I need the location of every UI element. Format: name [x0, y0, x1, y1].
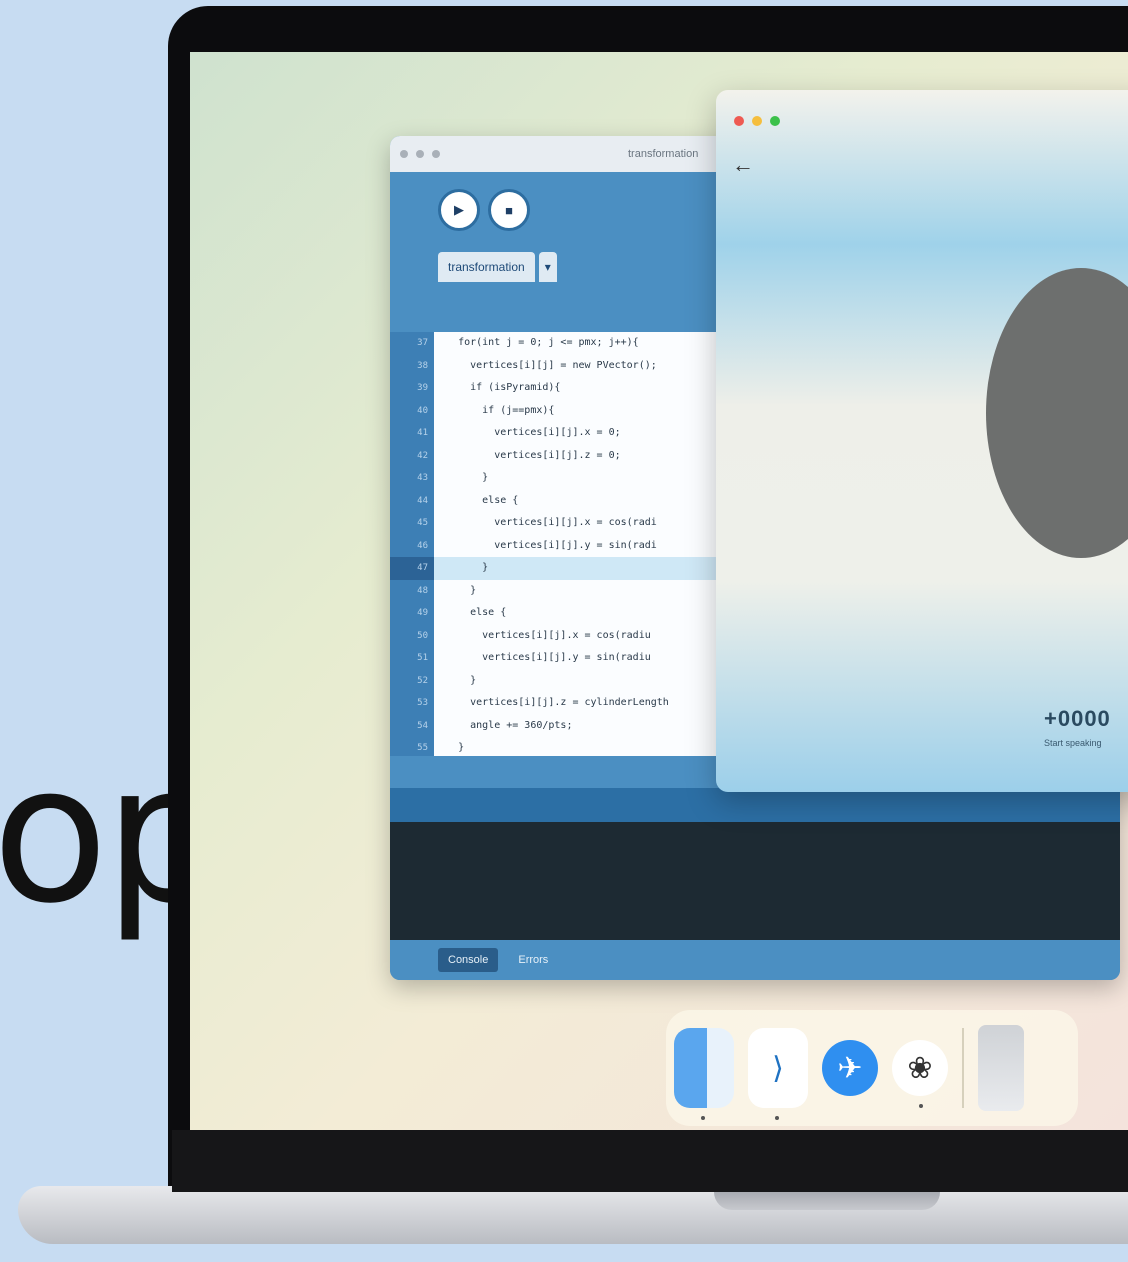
line-number: 40 — [417, 405, 428, 416]
stop-button[interactable]: ■ — [488, 189, 530, 231]
line-number: 39 — [417, 383, 428, 393]
play-icon: ▶ — [454, 202, 464, 217]
line-number: 52 — [417, 675, 428, 686]
desktop-screen: transformation ▶ ■ transformation ▾ 37 38… — [190, 52, 1128, 1130]
line-number: 41 — [417, 428, 428, 438]
line-number: 43 — [417, 473, 428, 483]
safari-icon[interactable]: ✈ — [822, 1040, 878, 1096]
line-number: 48 — [417, 585, 428, 596]
line-number: 46 — [417, 540, 428, 551]
line-number: 47 — [390, 557, 434, 580]
laptop-base — [18, 1186, 1128, 1244]
minimize-button[interactable] — [752, 116, 762, 126]
console-panel — [390, 822, 1120, 940]
tab-menu-button[interactable]: ▾ — [538, 252, 557, 282]
line-number: 51 — [417, 653, 428, 663]
laptop-chin — [172, 1130, 1128, 1192]
preview-window: ← +0000 Start speaking — [716, 90, 1128, 792]
errors-tab[interactable]: Errors — [508, 948, 558, 972]
line-number: 38 — [417, 360, 428, 371]
counter-subtext: Start speaking — [1044, 738, 1102, 748]
line-number: 55 — [417, 743, 428, 753]
run-button[interactable]: ▶ — [438, 189, 480, 231]
ide-window-title: transformation — [628, 148, 699, 160]
zoom-button[interactable] — [432, 150, 440, 158]
trash-icon[interactable] — [978, 1025, 1024, 1111]
avatar-circle — [986, 268, 1128, 558]
tab-transformation[interactable]: transformation — [438, 252, 535, 282]
minimize-button[interactable] — [416, 150, 424, 158]
line-number: 49 — [417, 608, 428, 618]
line-number: 37 — [417, 338, 428, 348]
finder-icon[interactable] — [674, 1028, 734, 1120]
zoom-button[interactable] — [770, 116, 780, 126]
close-button[interactable] — [400, 150, 408, 158]
status-bar: Console Errors — [390, 940, 1120, 980]
window-controls — [734, 116, 780, 126]
line-number: 44 — [417, 495, 428, 506]
console-tab[interactable]: Console — [438, 948, 499, 972]
stop-icon: ■ — [505, 202, 513, 218]
chatgpt-icon[interactable]: ❀ — [892, 1040, 948, 1108]
line-number: 54 — [417, 720, 428, 731]
console-divider[interactable] — [390, 788, 1120, 822]
back-arrow-icon[interactable]: ← — [732, 152, 754, 178]
line-number: 50 — [417, 630, 428, 641]
counter-text: +0000 — [1044, 706, 1111, 731]
dock-separator — [962, 1028, 964, 1108]
line-number: 45 — [417, 518, 428, 528]
line-number: 53 — [417, 698, 428, 708]
dock: ⟩ ✈ ❀ — [666, 1010, 1078, 1126]
vscode-icon[interactable]: ⟩ — [748, 1028, 808, 1120]
close-button[interactable] — [734, 116, 744, 126]
line-number: 42 — [417, 450, 428, 461]
line-number-gutter: 37 38 39 40 41 42 43 44 45 46 47 48 49 50 51 52 53 54 55 — [390, 332, 434, 756]
